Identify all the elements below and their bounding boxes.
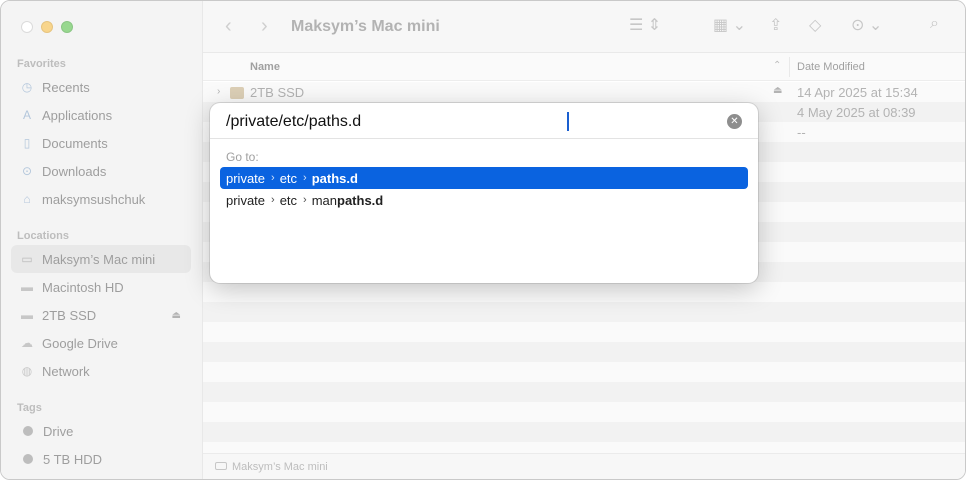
- path-match: paths.d: [337, 192, 384, 208]
- chevron-right-icon: ›: [303, 194, 307, 206]
- chevron-right-icon: ›: [303, 172, 307, 184]
- goto-suggestion[interactable]: private › etc › man paths.d: [220, 189, 748, 211]
- goto-path-input[interactable]: [226, 111, 706, 133]
- chevron-right-icon: ›: [271, 172, 275, 184]
- path-match: paths.d: [311, 170, 358, 186]
- goto-label: Go to:: [226, 150, 259, 164]
- clear-icon[interactable]: ✕: [727, 114, 742, 129]
- go-to-folder-dialog: ✕ Go to: private › etc › paths.d private…: [210, 103, 758, 283]
- text-caret: [567, 112, 569, 131]
- goto-input-row: ✕: [210, 103, 758, 139]
- path-prefix: man: [311, 192, 338, 208]
- finder-window: Favorites ◷ Recents A Applications ▯ Doc…: [0, 0, 966, 480]
- path-segment: private: [226, 170, 266, 186]
- path-segment: etc: [279, 170, 298, 186]
- goto-suggestion[interactable]: private › etc › paths.d: [220, 167, 748, 189]
- path-segment: etc: [279, 192, 298, 208]
- chevron-right-icon: ›: [271, 194, 275, 206]
- path-segment: private: [226, 192, 266, 208]
